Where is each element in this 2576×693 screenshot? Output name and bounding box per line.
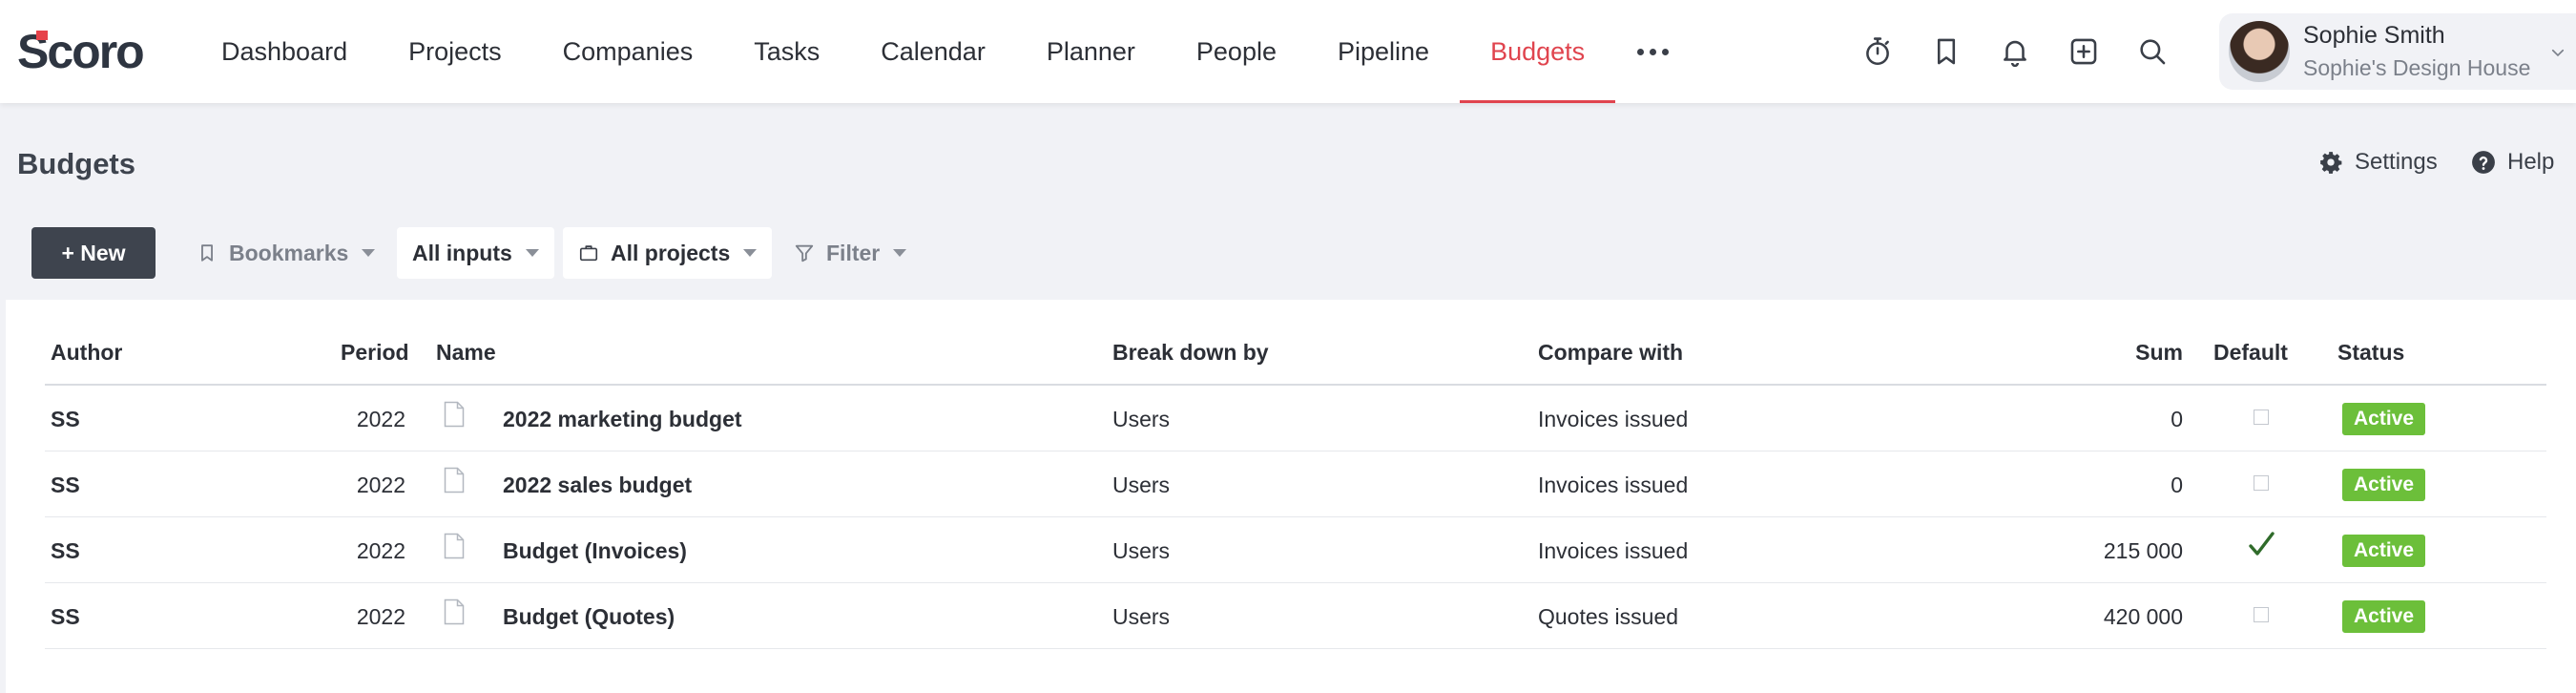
user-info: Sophie Smith Sophie's Design House xyxy=(2303,22,2530,81)
nav-item-planner[interactable]: Planner xyxy=(1016,0,1166,103)
status-badge: Active xyxy=(2342,469,2426,501)
cell-author: SS xyxy=(51,472,80,497)
filter-dropdown[interactable]: Filter xyxy=(779,227,922,279)
default-checkbox[interactable] xyxy=(2254,475,2269,491)
cell-sum: 0 xyxy=(2171,472,2183,497)
bookmark-icon xyxy=(201,244,213,262)
help-icon xyxy=(2472,151,2495,174)
nav-item-pipeline[interactable]: Pipeline xyxy=(1307,0,1460,103)
cell-author: SS xyxy=(51,604,80,629)
page-title: Budgets xyxy=(17,147,135,180)
status-badge: Active xyxy=(2342,600,2426,633)
cell-period: 2022 xyxy=(356,472,405,497)
cell-author: SS xyxy=(51,407,80,431)
new-button[interactable]: + New xyxy=(31,227,156,279)
projects-dropdown[interactable]: All projects xyxy=(563,227,773,279)
user-company: Sophie's Design House xyxy=(2303,55,2531,80)
settings-label: Settings xyxy=(2355,149,2438,175)
nav-item-tasks[interactable]: Tasks xyxy=(723,0,850,103)
gear-icon xyxy=(2320,152,2342,174)
table-row[interactable]: SS 2022 Budget (Quotes) Users Quotes iss… xyxy=(45,583,2546,649)
cell-compare-with: Invoices issued xyxy=(1538,538,1689,563)
caret-down-icon xyxy=(362,249,376,257)
cell-name[interactable]: 2022 sales budget xyxy=(503,472,692,498)
search-icon[interactable] xyxy=(2129,29,2175,74)
cell-break-down-by: Users xyxy=(1112,472,1171,497)
budgets-table: Author Period Name Break down by Compare… xyxy=(6,300,2576,693)
status-badge: Active xyxy=(2342,403,2426,435)
column-header-break-down-by[interactable]: Break down by xyxy=(1112,340,1269,366)
default-checkbox[interactable] xyxy=(2254,607,2269,622)
default-checkbox[interactable] xyxy=(2254,410,2269,425)
add-icon[interactable] xyxy=(2061,29,2107,74)
help-link[interactable]: Help xyxy=(2471,148,2554,177)
nav-item-dashboard[interactable]: Dashboard xyxy=(191,0,378,103)
caret-down-icon xyxy=(743,249,758,257)
scoro-logo[interactable]: Scoro xyxy=(17,25,145,78)
cell-break-down-by: Users xyxy=(1112,538,1171,563)
document-icon xyxy=(444,467,465,494)
table-row[interactable]: SS 2022 2022 sales budget Users Invoices… xyxy=(45,452,2546,517)
column-header-status[interactable]: Status xyxy=(2337,340,2404,366)
nav-item-calendar[interactable]: Calendar xyxy=(850,0,1016,103)
status-badge: Active xyxy=(2342,535,2426,567)
cell-name[interactable]: 2022 marketing budget xyxy=(503,407,742,432)
cell-sum: 420 000 xyxy=(2103,604,2183,629)
column-header-period[interactable]: Period xyxy=(341,340,409,366)
bookmarks-dropdown[interactable]: Bookmarks xyxy=(181,227,390,279)
settings-link[interactable]: Settings xyxy=(2318,148,2438,177)
cell-compare-with: Invoices issued xyxy=(1538,407,1689,431)
top-navigation-bar: Scoro Dashboard Projects Companies Tasks… xyxy=(0,0,2576,103)
caret-down-icon xyxy=(893,249,907,257)
chevron-down-icon[interactable] xyxy=(2549,44,2566,61)
help-label: Help xyxy=(2507,149,2555,175)
briefcase-icon xyxy=(579,245,598,262)
inputs-label: All inputs xyxy=(412,240,512,265)
column-header-compare-with[interactable]: Compare with xyxy=(1538,340,1683,366)
caret-down-icon xyxy=(525,249,539,257)
document-icon xyxy=(444,598,465,625)
cell-break-down-by: Users xyxy=(1112,407,1171,431)
cell-name[interactable]: Budget (Quotes) xyxy=(503,604,675,630)
projects-label: All projects xyxy=(611,240,731,265)
nav-item-companies[interactable]: Companies xyxy=(532,0,724,103)
checkmark-icon[interactable] xyxy=(2247,531,2275,559)
column-header-name[interactable]: Name xyxy=(436,340,496,366)
inputs-dropdown[interactable]: All inputs xyxy=(397,227,554,279)
nav-item-projects[interactable]: Projects xyxy=(378,0,532,103)
nav-item-people[interactable]: People xyxy=(1166,0,1307,103)
table-row[interactable]: SS 2022 Budget (Invoices) Users Invoices… xyxy=(45,517,2546,583)
cell-compare-with: Quotes issued xyxy=(1538,604,1679,629)
column-header-default[interactable]: Default xyxy=(2213,340,2288,366)
cell-author: SS xyxy=(51,538,80,563)
cell-compare-with: Invoices issued xyxy=(1538,472,1689,497)
timer-icon[interactable] xyxy=(1855,29,1901,74)
toolbar: + New Bookmarks All inputs All projects … xyxy=(6,206,2576,300)
bell-icon[interactable] xyxy=(1992,29,2038,74)
cell-break-down-by: Users xyxy=(1112,604,1171,629)
main-nav: Dashboard Projects Companies Tasks Calen… xyxy=(191,0,1691,103)
user-menu[interactable]: Sophie Smith Sophie's Design House xyxy=(2219,13,2576,90)
document-icon xyxy=(444,533,465,559)
cell-period: 2022 xyxy=(356,407,405,431)
table-row[interactable]: SS 2022 2022 marketing budget Users Invo… xyxy=(45,386,2546,452)
nav-item-budgets[interactable]: Budgets xyxy=(1460,0,1616,103)
column-header-sum[interactable]: Sum xyxy=(2086,340,2183,366)
top-actions xyxy=(1855,29,2198,74)
bookmark-icon[interactable] xyxy=(1923,29,1969,74)
bookmarks-label: Bookmarks xyxy=(229,240,349,265)
cell-sum: 215 000 xyxy=(2103,538,2183,563)
column-header-author[interactable]: Author xyxy=(51,340,122,366)
logo-accent xyxy=(36,31,48,40)
cell-sum: 0 xyxy=(2171,407,2183,431)
more-horizontal-icon[interactable] xyxy=(1615,0,1691,103)
cell-period: 2022 xyxy=(356,604,405,629)
avatar xyxy=(2229,21,2290,82)
cell-name[interactable]: Budget (Invoices) xyxy=(503,538,687,564)
filter-label: Filter xyxy=(826,240,881,265)
filter-icon xyxy=(795,244,814,262)
document-icon xyxy=(444,401,465,428)
cell-period: 2022 xyxy=(356,538,405,563)
user-name: Sophie Smith xyxy=(2303,22,2445,49)
